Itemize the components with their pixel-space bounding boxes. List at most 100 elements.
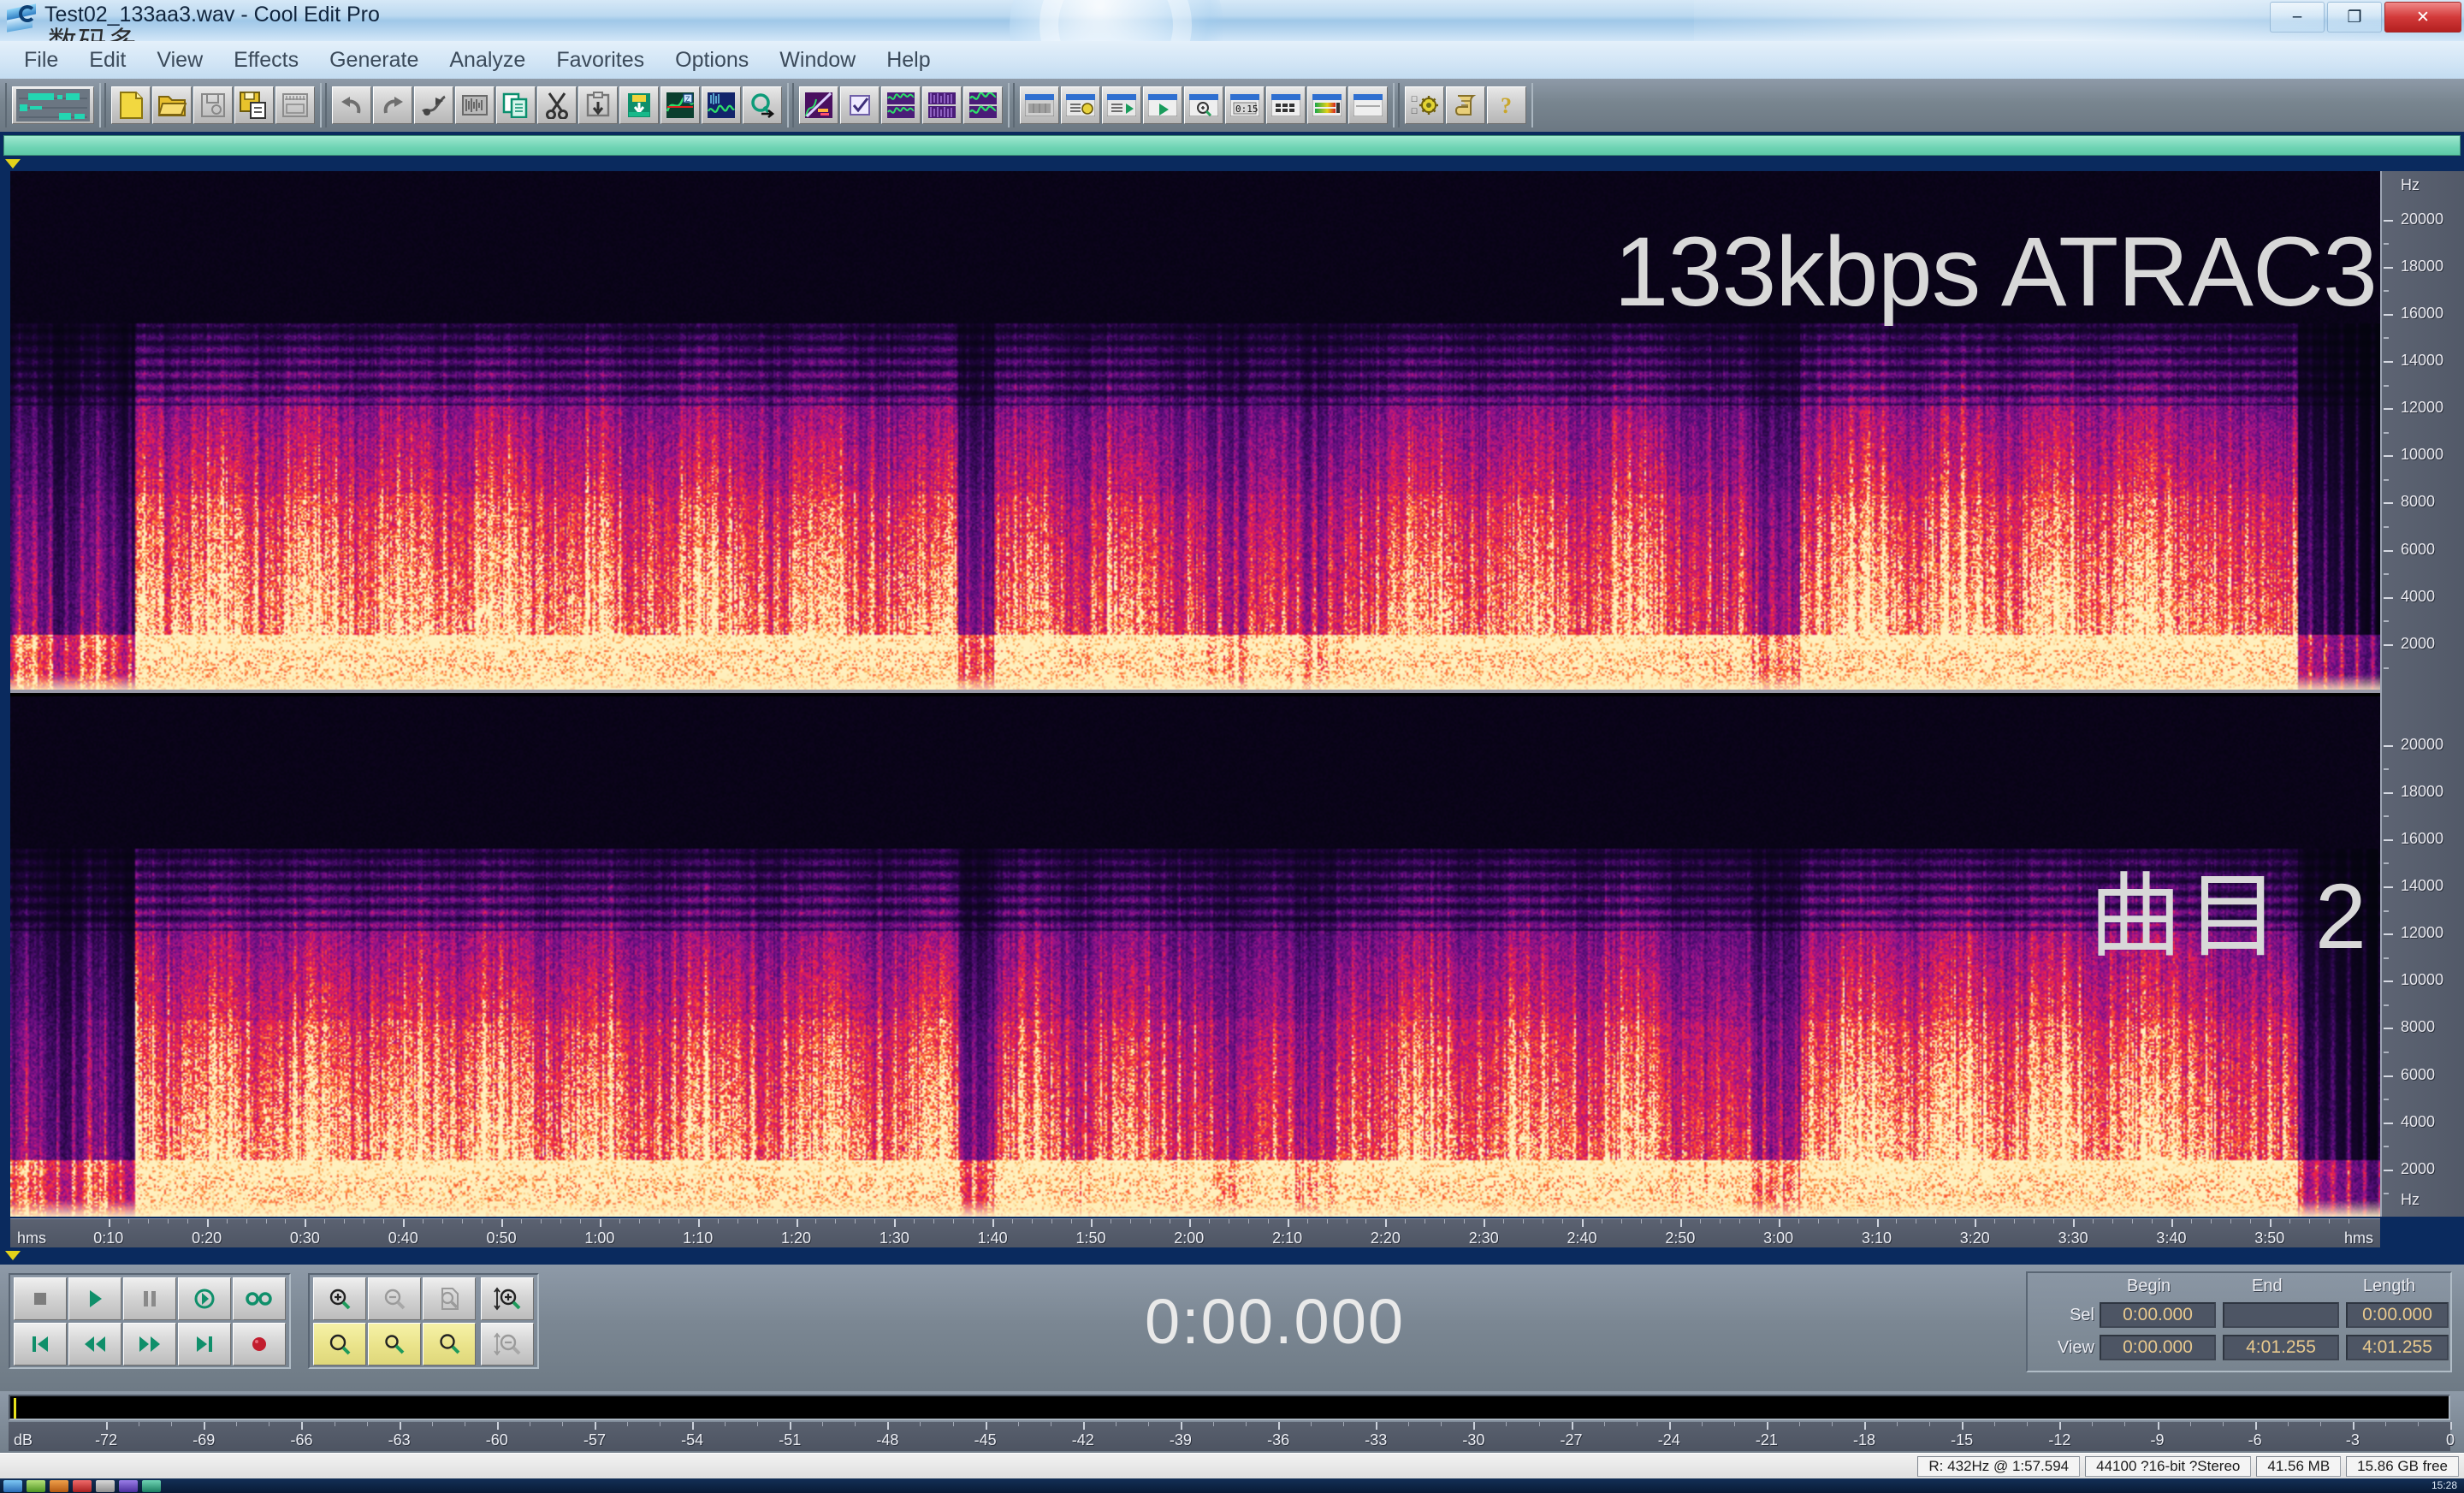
level-meter-caret-icon <box>14 1398 16 1419</box>
transport-panel-button[interactable] <box>1143 86 1182 124</box>
go-to-end-button[interactable] <box>178 1323 231 1366</box>
show-spectral-button[interactable] <box>922 86 962 124</box>
record-button[interactable] <box>233 1323 286 1366</box>
horizontal-scroll-overview-bar[interactable] <box>3 135 2461 156</box>
zoom-to-selection-button[interactable] <box>313 1323 366 1366</box>
menu-item-help[interactable]: Help <box>871 46 945 74</box>
selview-panel-button[interactable] <box>1266 86 1306 124</box>
zoom-in-vertical-button[interactable] <box>481 1277 534 1320</box>
loop-play-button[interactable] <box>233 1277 286 1320</box>
sel-begin-field[interactable]: 0:00.000 <box>2100 1302 2216 1328</box>
svg-text:?: ? <box>1501 93 1512 118</box>
scripts-button[interactable] <box>1446 86 1485 124</box>
sel-end-field[interactable] <box>2223 1302 2339 1328</box>
time-minor-tick <box>1640 1219 1642 1223</box>
menu-item-generate[interactable]: Generate <box>314 46 434 74</box>
save-all-button[interactable] <box>275 86 315 124</box>
spectral-display[interactable]: 133kbps ATRAC3 曲目 2 <box>10 171 2380 1217</box>
taskbar-item-1-icon[interactable] <box>3 1479 22 1492</box>
menu-item-effects[interactable]: Effects <box>218 46 314 74</box>
help-button[interactable]: ? <box>1487 86 1526 124</box>
taskbar-item-3-icon[interactable] <box>50 1479 68 1492</box>
menu-item-view[interactable]: View <box>141 46 218 74</box>
db-tick-label: -15 <box>1951 1431 1974 1449</box>
taskbar-clock: 15:28 <box>2431 1479 2457 1491</box>
amplitude-envelope-button[interactable]: Z <box>660 86 700 124</box>
frequency-ruler[interactable]: Hz 20000 18000 16000 14000 12000 10000 8000 6000… <box>2380 171 2464 1217</box>
toggle-play-list-button[interactable] <box>1102 86 1141 124</box>
level-meter[interactable] <box>9 1395 2450 1420</box>
save-button[interactable] <box>193 86 233 124</box>
cut-button[interactable] <box>537 86 577 124</box>
taskbar-item-5-icon[interactable] <box>96 1479 115 1492</box>
redo-button[interactable] <box>373 86 412 124</box>
play-to-end-button[interactable] <box>178 1277 231 1320</box>
spectral-view-button[interactable] <box>799 86 838 124</box>
noise-reduction-button[interactable] <box>702 86 741 124</box>
zoom-out-full-button[interactable] <box>423 1277 476 1320</box>
zoom-in-left-edge-button[interactable] <box>368 1323 421 1366</box>
time-minor-tick <box>265 1219 267 1223</box>
go-to-beginning-button[interactable] <box>14 1323 67 1366</box>
maximize-button[interactable]: ❐ <box>2327 2 2382 33</box>
close-button[interactable]: ✕ <box>2384 2 2461 33</box>
view-length-field[interactable]: 4:01.255 <box>2346 1335 2449 1360</box>
taskbar-item-7-icon[interactable] <box>142 1479 161 1492</box>
zoom-in-horizontal-button[interactable] <box>313 1277 366 1320</box>
view-begin-field[interactable]: 0:00.000 <box>2100 1335 2216 1360</box>
copy-button[interactable] <box>496 86 536 124</box>
time-tick-label: 3:50 <box>2254 1229 2285 1247</box>
fast-forward-button[interactable] <box>123 1323 176 1366</box>
taskbar-item-4-icon[interactable] <box>73 1479 92 1492</box>
save-as-button[interactable] <box>234 86 274 124</box>
left-channel-spectrogram[interactable]: 133kbps ATRAC3 <box>10 171 2380 691</box>
zoom-out-vertical-button[interactable] <box>481 1323 534 1366</box>
time-ruler[interactable]: hms hms 0:10 0:20 0:30 0:40 0:50 1:00 1:10 1:20… <box>10 1218 2380 1247</box>
zoom-in-right-edge-button[interactable] <box>423 1323 476 1366</box>
db-minor-tick <box>2384 1422 2386 1426</box>
stop-button[interactable] <box>14 1277 67 1320</box>
taskbar-item-2-icon[interactable] <box>27 1479 45 1492</box>
show-waveform-button[interactable] <box>881 86 921 124</box>
check-box-button[interactable] <box>840 86 880 124</box>
frequency-tick <box>2384 981 2393 983</box>
windows-taskbar[interactable]: 15:28 <box>0 1478 2464 1493</box>
time-display[interactable]: 0:00.000 <box>565 1275 1985 1367</box>
find-beats-button[interactable] <box>743 86 782 124</box>
open-file-button[interactable] <box>152 86 192 124</box>
levels-panel-button[interactable] <box>1307 86 1347 124</box>
menu-item-window[interactable]: Window <box>764 46 871 74</box>
new-file-button[interactable] <box>111 86 151 124</box>
undo-button[interactable] <box>332 86 371 124</box>
edit-view-button[interactable] <box>455 86 495 124</box>
show-dual-button[interactable] <box>963 86 1003 124</box>
menu-item-favorites[interactable]: Favorites <box>541 46 660 74</box>
db-minor-tick <box>1147 1422 1149 1426</box>
options-settings-button[interactable]: ☐ ☐ <box>1405 86 1444 124</box>
taskbar-item-6-icon[interactable] <box>119 1479 138 1492</box>
blank-panel-button[interactable] <box>1348 86 1388 124</box>
time-minor-tick <box>737 1219 738 1223</box>
menu-item-file[interactable]: File <box>9 46 74 74</box>
right-channel-spectrogram[interactable]: 曲目 2 <box>10 696 2380 1217</box>
repair-transient-button[interactable] <box>414 86 453 124</box>
play-button[interactable] <box>68 1277 121 1320</box>
multitrack-view-button[interactable] <box>12 86 94 124</box>
time-minor-tick <box>1758 1219 1760 1223</box>
pause-button[interactable] <box>123 1277 176 1320</box>
menu-item-options[interactable]: Options <box>660 46 764 74</box>
toggle-cue-list-button[interactable] <box>1061 86 1100 124</box>
sel-length-field[interactable]: 0:00.000 <box>2346 1302 2449 1328</box>
rewind-button[interactable] <box>68 1323 121 1366</box>
paste-button[interactable] <box>578 86 618 124</box>
time-panel-button[interactable]: 0:15 <box>1225 86 1265 124</box>
view-end-field[interactable]: 4:01.255 <box>2223 1335 2339 1360</box>
zoom-out-horizontal-button[interactable] <box>368 1277 421 1320</box>
mix-paste-button[interactable] <box>619 86 659 124</box>
db-ruler[interactable]: dB -72 -69 -66 -63 -60 -57 -54 -51 -48 -45 -42 -39-… <box>9 1422 2455 1451</box>
toggle-organizer-button[interactable] <box>1020 86 1059 124</box>
minimize-button[interactable]: – <box>2270 2 2325 33</box>
menu-item-edit[interactable]: Edit <box>74 46 141 74</box>
zoom-panel-button[interactable] <box>1184 86 1223 124</box>
menu-item-analyze[interactable]: Analyze <box>434 46 541 74</box>
